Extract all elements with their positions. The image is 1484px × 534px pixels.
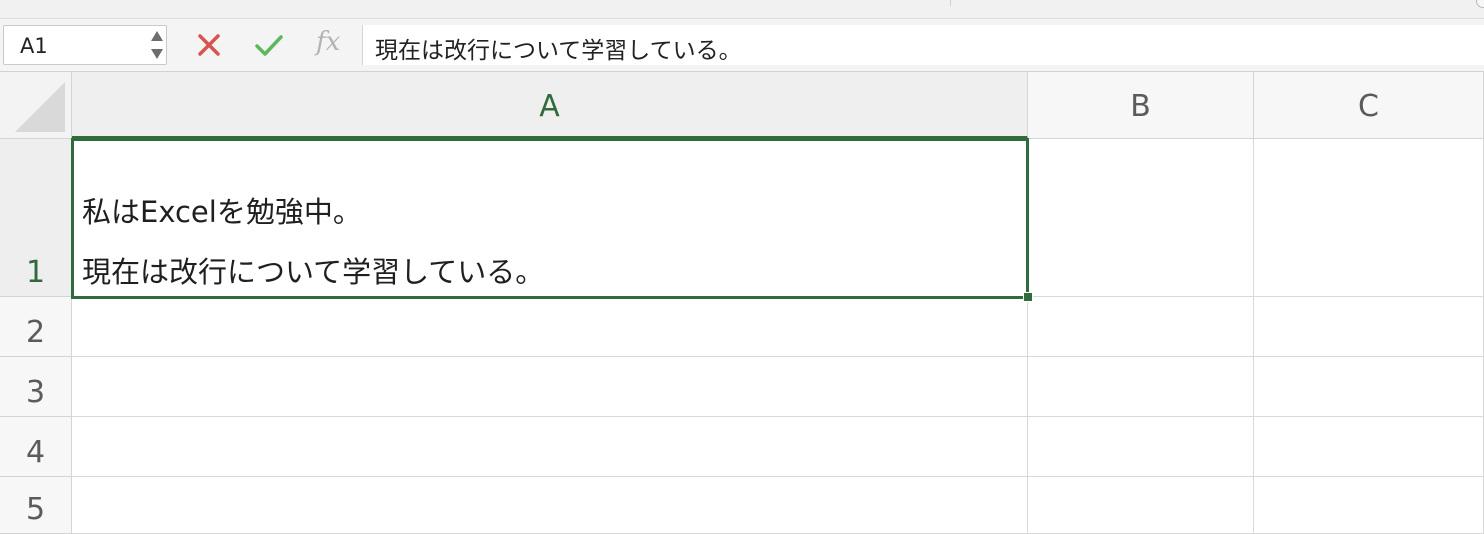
- function-icon[interactable]: fx: [316, 27, 340, 57]
- row-label: 3: [25, 375, 46, 410]
- column-label: A: [539, 89, 560, 124]
- row-header-1[interactable]: 1: [0, 139, 72, 297]
- cell-a3[interactable]: [72, 357, 1028, 417]
- chevron-up-icon[interactable]: [151, 31, 163, 41]
- column-header-b[interactable]: B: [1028, 72, 1254, 139]
- fill-handle[interactable]: [1023, 292, 1033, 302]
- column-header-a[interactable]: A: [72, 72, 1028, 139]
- cell-c1[interactable]: [1254, 139, 1484, 297]
- toolbar-divider: [950, 0, 951, 6]
- cell-b1[interactable]: [1028, 139, 1254, 297]
- row-label: 4: [25, 435, 46, 470]
- cell-b5[interactable]: [1028, 477, 1254, 534]
- toolbar-edge: [0, 0, 1484, 19]
- cell-c3[interactable]: [1254, 357, 1484, 417]
- formula-text[interactable]: 現在は改行について学習している。: [375, 31, 742, 65]
- cell-b3[interactable]: [1028, 357, 1254, 417]
- row-label: 5: [25, 492, 46, 527]
- cancel-icon[interactable]: [192, 28, 226, 62]
- select-all-icon: [15, 82, 65, 132]
- cell-a5[interactable]: [72, 477, 1028, 534]
- name-box[interactable]: A1: [3, 25, 167, 65]
- formula-bar: A1 fx 現在は改行について学習している。: [0, 19, 1484, 72]
- cell-a2[interactable]: [72, 297, 1028, 357]
- cell-a1-line-1: 私はExcelを勉強中。: [82, 195, 362, 229]
- formula-input[interactable]: 現在は改行について学習している。: [362, 25, 1484, 65]
- cell-b4[interactable]: [1028, 417, 1254, 477]
- column-label: C: [1358, 89, 1379, 124]
- column-header-c[interactable]: C: [1254, 72, 1484, 139]
- cell-c4[interactable]: [1254, 417, 1484, 477]
- name-box-value[interactable]: A1: [20, 34, 48, 58]
- row-header-3[interactable]: 3: [0, 357, 72, 417]
- cell-c5[interactable]: [1254, 477, 1484, 534]
- cell-a1-line-2: 現在は改行について学習している。: [82, 255, 545, 289]
- enter-icon[interactable]: [252, 28, 286, 62]
- cell-a1[interactable]: 私はExcelを勉強中。 現在は改行について学習している。: [71, 138, 1029, 299]
- cell-a4[interactable]: [72, 417, 1028, 477]
- select-all-button[interactable]: [0, 72, 72, 139]
- row-label: 2: [25, 315, 46, 350]
- help-icon[interactable]: [1476, 0, 1484, 8]
- spreadsheet-app: A1 fx 現在は改行について学習している。 A B C 1 2 3 4 5 私…: [0, 0, 1484, 534]
- cell-c2[interactable]: [1254, 297, 1484, 357]
- chevron-down-icon[interactable]: [151, 49, 163, 59]
- name-box-stepper[interactable]: [150, 28, 164, 62]
- column-label: B: [1130, 89, 1151, 124]
- cell-b2[interactable]: [1028, 297, 1254, 357]
- row-header-4[interactable]: 4: [0, 417, 72, 477]
- row-header-5[interactable]: 5: [0, 477, 72, 534]
- row-label: 1: [25, 255, 46, 290]
- row-header-2[interactable]: 2: [0, 297, 72, 357]
- worksheet-grid: A B C 1 2 3 4 5 私はExcelを勉強中。 現在は改行について学習…: [0, 72, 1484, 534]
